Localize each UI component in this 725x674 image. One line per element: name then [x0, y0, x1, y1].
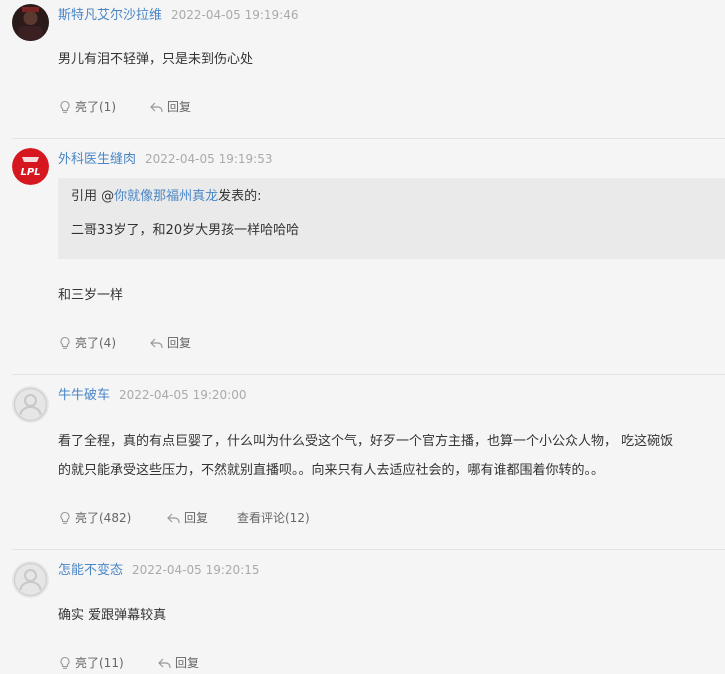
- default-user-avatar-icon: [12, 561, 49, 598]
- quote-prefix: 引用 @: [71, 189, 115, 204]
- comment-timestamp: 2022-04-05 19:19:53: [145, 152, 273, 166]
- quote-text: 二哥33岁了，和20岁大男孩一样哈哈哈: [71, 223, 300, 238]
- lightbulb-icon: [60, 336, 70, 349]
- lightbulb-icon: [60, 100, 70, 113]
- user-avatar[interactable]: [12, 561, 49, 598]
- lightbulb-icon: [60, 511, 70, 524]
- like-button[interactable]: 亮了(482): [58, 509, 131, 527]
- reply-arrow-icon: [158, 658, 171, 668]
- reply-button[interactable]: 回复: [166, 509, 208, 527]
- comment-text: 男儿有泪不轻弹，只是未到伤心处: [58, 52, 254, 67]
- default-user-avatar-icon: [12, 386, 49, 423]
- username-link[interactable]: 怎能不变态: [58, 563, 123, 578]
- user-avatar[interactable]: [12, 4, 49, 41]
- quote-header: 引用 @你就像那福州真龙发表的:: [71, 188, 262, 206]
- comment-timestamp: 2022-04-05 19:19:46: [171, 8, 299, 22]
- comment-header: 斯特凡艾尔沙拉维 2022-04-05 19:19:46: [58, 7, 298, 24]
- reply-button[interactable]: 回复: [149, 98, 191, 116]
- comment-timestamp: 2022-04-05 19:20:00: [119, 388, 247, 402]
- reply-arrow-icon: [150, 338, 163, 348]
- like-button[interactable]: 亮了(4): [58, 334, 116, 352]
- user-avatar[interactable]: [12, 386, 49, 423]
- comment-divider: [12, 138, 725, 139]
- quote-author-link[interactable]: 你就像那福州真龙: [114, 189, 218, 204]
- comment-header: 外科医生缝肉 2022-04-05 19:19:53: [58, 151, 272, 168]
- username-link[interactable]: 牛牛破车: [58, 388, 110, 403]
- lpl-logo-text: LPL: [20, 167, 40, 178]
- reply-label: 回复: [167, 336, 192, 350]
- comment-divider: [12, 549, 725, 550]
- reply-label: 回复: [184, 511, 209, 525]
- reply-button[interactable]: 回复: [157, 654, 199, 672]
- view-comments-button[interactable]: 查看评论(12): [237, 509, 310, 527]
- like-count-label: 亮了(482): [75, 511, 132, 525]
- username-link[interactable]: 斯特凡艾尔沙拉维: [58, 8, 162, 23]
- user-avatar[interactable]: LPL: [12, 148, 49, 185]
- comment-divider: [12, 374, 725, 375]
- like-button[interactable]: 亮了(11): [58, 654, 124, 672]
- reply-button[interactable]: 回复: [149, 334, 191, 352]
- comment-text: 确实 爱跟弹幕较真: [58, 608, 167, 623]
- view-comments-label: 查看评论(12): [237, 511, 310, 525]
- comment-text: 和三岁一样: [58, 288, 124, 303]
- like-button[interactable]: 亮了(1): [58, 98, 116, 116]
- reply-label: 回复: [175, 656, 200, 670]
- comment-text-line: 的就只能承受这些压力，不然就别直播呗。。向来只有人去适应社会的，哪有谁都围着你转…: [58, 463, 605, 478]
- comment-header: 牛牛破车 2022-04-05 19:20:00: [58, 387, 246, 404]
- reply-arrow-icon: [167, 513, 180, 523]
- like-count-label: 亮了(11): [75, 656, 124, 670]
- reply-label: 回复: [167, 100, 192, 114]
- like-count-label: 亮了(4): [75, 336, 116, 350]
- quote-block: 引用 @你就像那福州真龙发表的: 二哥33岁了，和20岁大男孩一样哈哈哈: [58, 178, 725, 259]
- username-link[interactable]: 外科医生缝肉: [58, 152, 136, 167]
- reply-arrow-icon: [150, 102, 163, 112]
- lightbulb-icon: [60, 656, 70, 669]
- like-count-label: 亮了(1): [75, 100, 116, 114]
- dark-photo-avatar-icon: [12, 4, 49, 41]
- comment-text-line: 看了全程，真的有点巨婴了，什么叫为什么受这个气，好歹一个官方主播，也算一个小公众…: [58, 434, 674, 449]
- lpl-logo-avatar-icon: LPL: [12, 148, 49, 185]
- quote-suffix: 发表的:: [218, 189, 262, 204]
- comment-header: 怎能不变态 2022-04-05 19:20:15: [58, 562, 259, 579]
- comment-timestamp: 2022-04-05 19:20:15: [132, 563, 260, 577]
